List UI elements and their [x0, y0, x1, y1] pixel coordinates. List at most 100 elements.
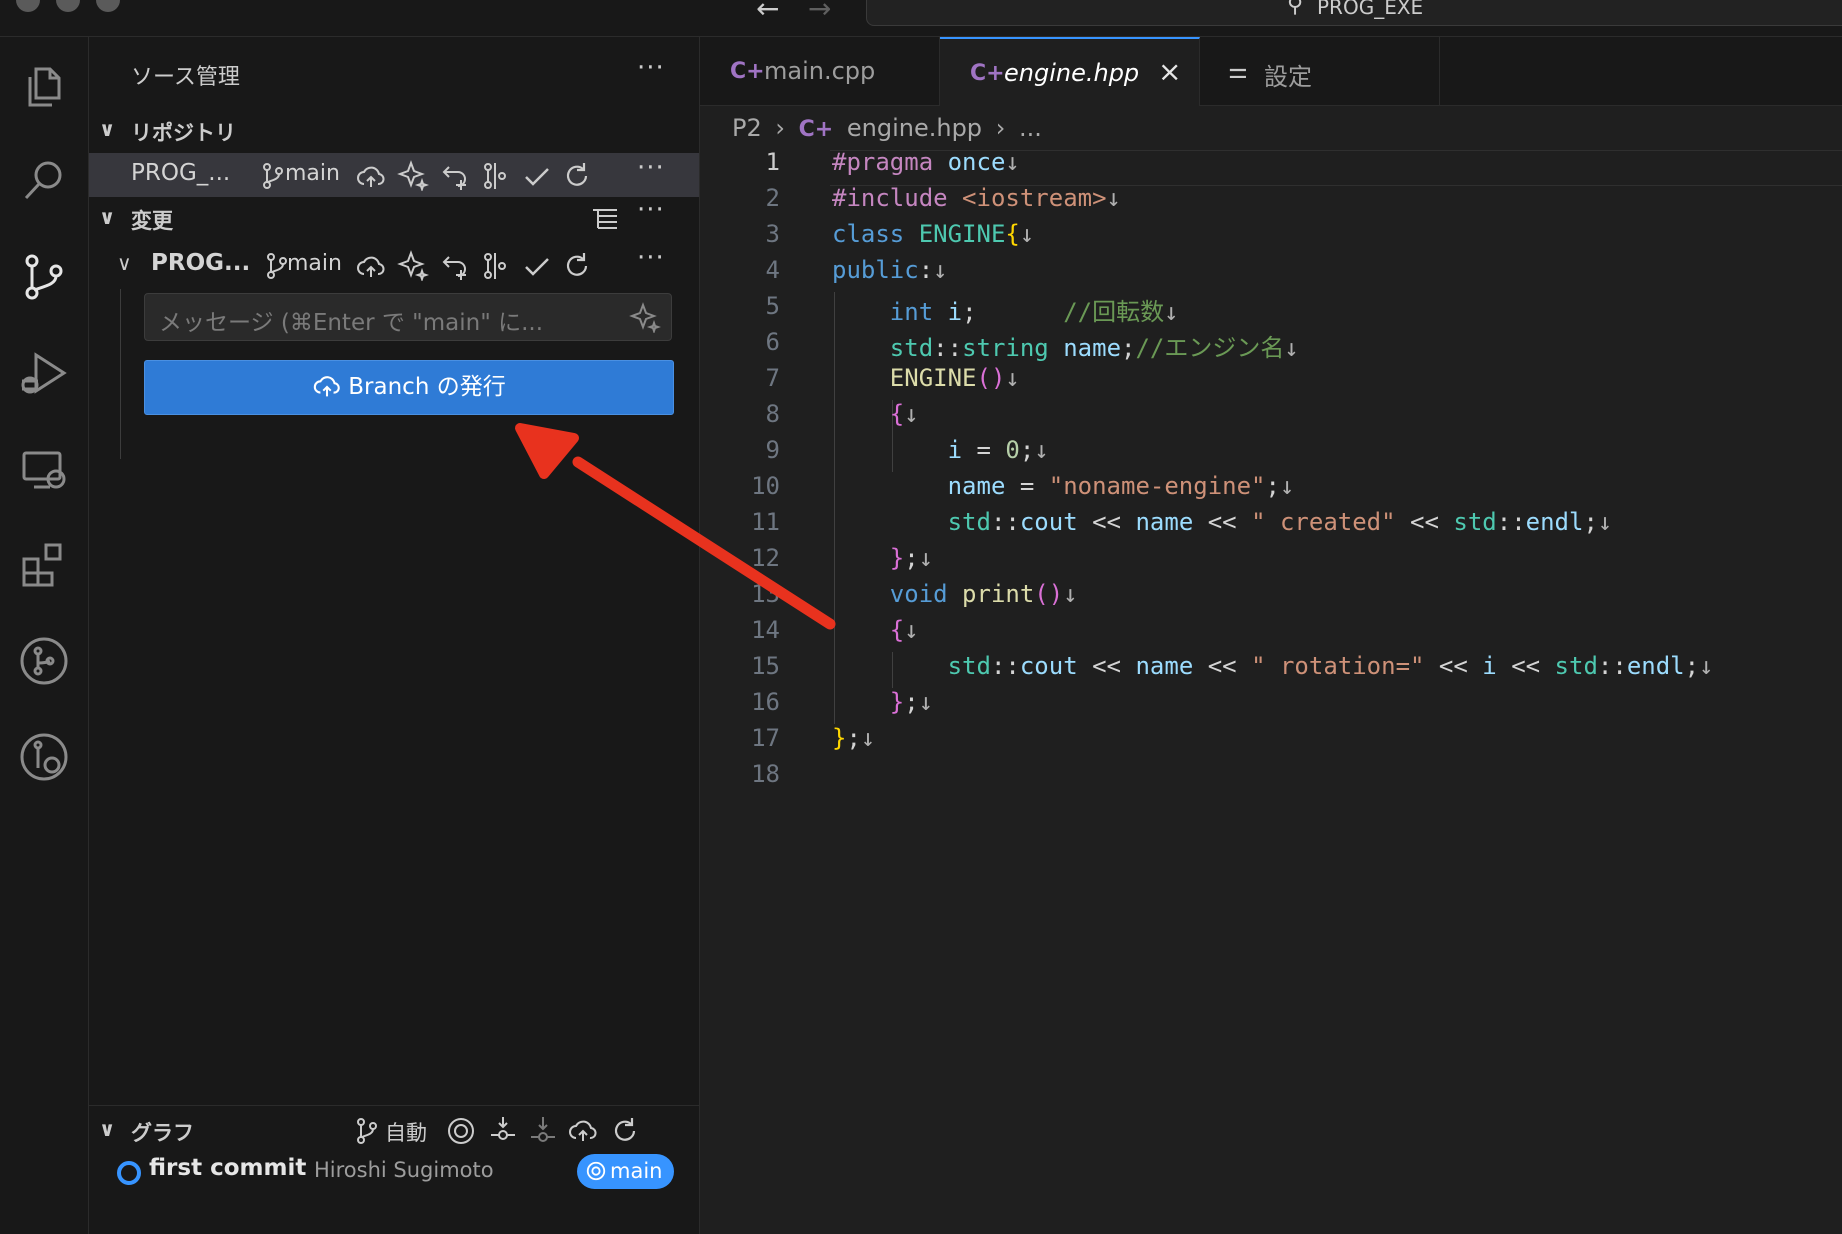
cloud-upload-icon — [314, 375, 341, 396]
back-arrow-icon[interactable]: ← — [756, 0, 779, 25]
cloud-upload-icon[interactable] — [355, 251, 387, 283]
repository-more-icon[interactable]: ··· — [637, 153, 665, 183]
maximize-window-button[interactable] — [96, 0, 120, 12]
settings-sliders-icon: ⚌ — [1228, 59, 1248, 84]
code-line: 14 {↓ — [751, 616, 919, 644]
tab-label: 設定 — [1264, 63, 1312, 91]
repository-row[interactable]: PROG_... main ··· — [89, 153, 699, 197]
close-window-button[interactable] — [16, 0, 40, 12]
more-actions-icon[interactable]: ··· — [637, 53, 665, 83]
repository-name: PROG_... — [131, 160, 231, 186]
compare-changes-icon[interactable] — [479, 250, 511, 282]
explorer-icon[interactable] — [16, 57, 72, 113]
chevron-down-icon: ∨ — [99, 117, 116, 141]
changes-repo-more-icon[interactable]: ··· — [637, 243, 665, 273]
commit-check-icon[interactable] — [521, 160, 553, 192]
chevron-right-icon: › — [775, 114, 785, 142]
changes-branch[interactable]: main — [287, 251, 342, 276]
code-line: 7 ENGINE()↓ — [765, 364, 1020, 392]
breadcrumb-file[interactable]: engine.hpp — [847, 114, 982, 142]
tab-main-cpp[interactable]: C+ main.cpp — [700, 37, 940, 105]
code-line: 5 int i; //回転数↓ — [765, 292, 1179, 326]
code-line: 1 #pragma once↓ — [765, 148, 1020, 176]
tab-label: engine.hpp — [1004, 59, 1140, 87]
branch-badge-label: main — [610, 1159, 663, 1183]
code-line: 11 std::cout << name << " created" << st… — [751, 508, 1613, 536]
breadcrumb-more[interactable]: ... — [1019, 114, 1042, 142]
branch-badge: main — [577, 1154, 674, 1189]
code-line: 9 i = 0;↓ — [765, 436, 1049, 464]
activity-bar — [0, 37, 89, 1234]
search-text: PROG_EXE — [1317, 0, 1424, 19]
pull-icon[interactable] — [527, 1115, 559, 1147]
code-line: 16 };↓ — [751, 688, 934, 716]
minimize-window-button[interactable] — [56, 0, 80, 12]
close-icon[interactable]: × — [1158, 55, 1181, 88]
target-icon — [586, 1161, 606, 1180]
code-line: 10 name = "noname-engine";↓ — [751, 472, 1295, 500]
repository-branch[interactable]: main — [285, 161, 340, 186]
tab-settings[interactable]: ⚌ 設定 — [1200, 37, 1440, 105]
graph-section-header[interactable]: ∨ グラフ 自動 — [89, 1111, 699, 1151]
cloud-upload-icon[interactable] — [567, 1115, 599, 1147]
sparkle-icon[interactable] — [397, 249, 430, 283]
code-line: 18 — [751, 760, 780, 788]
undo-commit-icon[interactable] — [439, 250, 471, 282]
title-bar: ← → ⚲ PROG_EXE — [0, 0, 1842, 37]
fetch-icon[interactable] — [487, 1115, 519, 1147]
source-control-sidebar: ソース管理 ··· ∨ リポジトリ PROG_... main ··· ∨ 変更… — [89, 37, 700, 1234]
tab-label: main.cpp — [764, 57, 876, 85]
commit-author: Hiroshi Sugimoto — [314, 1158, 494, 1182]
breadcrumb-folder[interactable]: P2 — [732, 114, 762, 142]
sparkle-icon[interactable] — [397, 159, 430, 193]
cpp-file-icon: C+ — [730, 59, 765, 84]
tree-indent-guide — [120, 289, 121, 459]
cpp-file-icon: C+ — [970, 61, 1005, 86]
chevron-right-icon: › — [995, 114, 1006, 142]
run-debug-icon[interactable] — [16, 345, 72, 401]
graph-mode-label[interactable]: 自動 — [385, 1117, 427, 1147]
refresh-icon[interactable] — [609, 1115, 641, 1147]
breadcrumb: P2 › C+ engine.hpp › ... — [732, 114, 1048, 142]
chevron-down-icon: ∨ — [117, 251, 132, 275]
search-icon[interactable] — [16, 153, 72, 209]
code-line: 2 #include <iostream>↓ — [765, 184, 1121, 212]
remote-explorer-icon[interactable] — [16, 441, 72, 497]
undo-commit-icon[interactable] — [439, 160, 471, 192]
target-icon[interactable] — [445, 1115, 477, 1147]
extensions-icon[interactable] — [16, 537, 72, 593]
branch-icon — [351, 1115, 383, 1147]
changes-more-icon[interactable]: ··· — [637, 195, 665, 225]
publish-branch-label: Branch の発行 — [348, 374, 506, 400]
command-center-search[interactable]: ⚲ PROG_EXE — [866, 0, 1842, 26]
gitlens-icon[interactable] — [16, 729, 72, 785]
repositories-section-header[interactable]: ∨ リポジトリ — [89, 111, 699, 151]
code-line: 4 public:↓ — [765, 256, 948, 284]
compare-changes-icon[interactable] — [479, 160, 511, 192]
refresh-icon[interactable] — [561, 250, 593, 282]
forward-arrow-icon[interactable]: → — [808, 0, 831, 25]
commit-message-input[interactable]: メッセージ (⌘Enter で "main" に... — [144, 293, 672, 341]
commit-node-icon — [117, 1161, 141, 1185]
refresh-icon[interactable] — [561, 160, 593, 192]
view-as-tree-icon[interactable] — [589, 203, 621, 235]
source-control-icon[interactable] — [16, 249, 72, 305]
commit-check-icon[interactable] — [521, 250, 553, 282]
code-line: 13 void print()↓ — [751, 580, 1078, 608]
graph-divider — [89, 1105, 699, 1106]
generate-message-sparkle-icon[interactable] — [629, 301, 662, 335]
publish-branch-button[interactable]: Branch の発行 — [144, 360, 674, 415]
changes-repository-name: PROG... — [151, 250, 251, 276]
cloud-upload-icon[interactable] — [355, 161, 387, 193]
code-line: 17};↓ — [751, 724, 876, 752]
repositories-header-label: リポジトリ — [131, 121, 236, 145]
code-line: 8 {↓ — [765, 400, 919, 428]
commit-message[interactable]: first commit — [149, 1155, 306, 1181]
graph-header-label: グラフ — [131, 1121, 194, 1145]
git-graph-icon[interactable] — [16, 633, 72, 689]
search-icon: ⚲ — [1287, 0, 1304, 18]
code-line: 6 std::string name;//エンジン名↓ — [765, 328, 1299, 362]
changes-repository-row[interactable]: ∨ PROG... main ··· — [89, 243, 699, 287]
tab-engine-hpp[interactable]: C+ engine.hpp × — [940, 37, 1200, 106]
changes-section-header[interactable]: ∨ 変更 ··· — [89, 195, 699, 241]
